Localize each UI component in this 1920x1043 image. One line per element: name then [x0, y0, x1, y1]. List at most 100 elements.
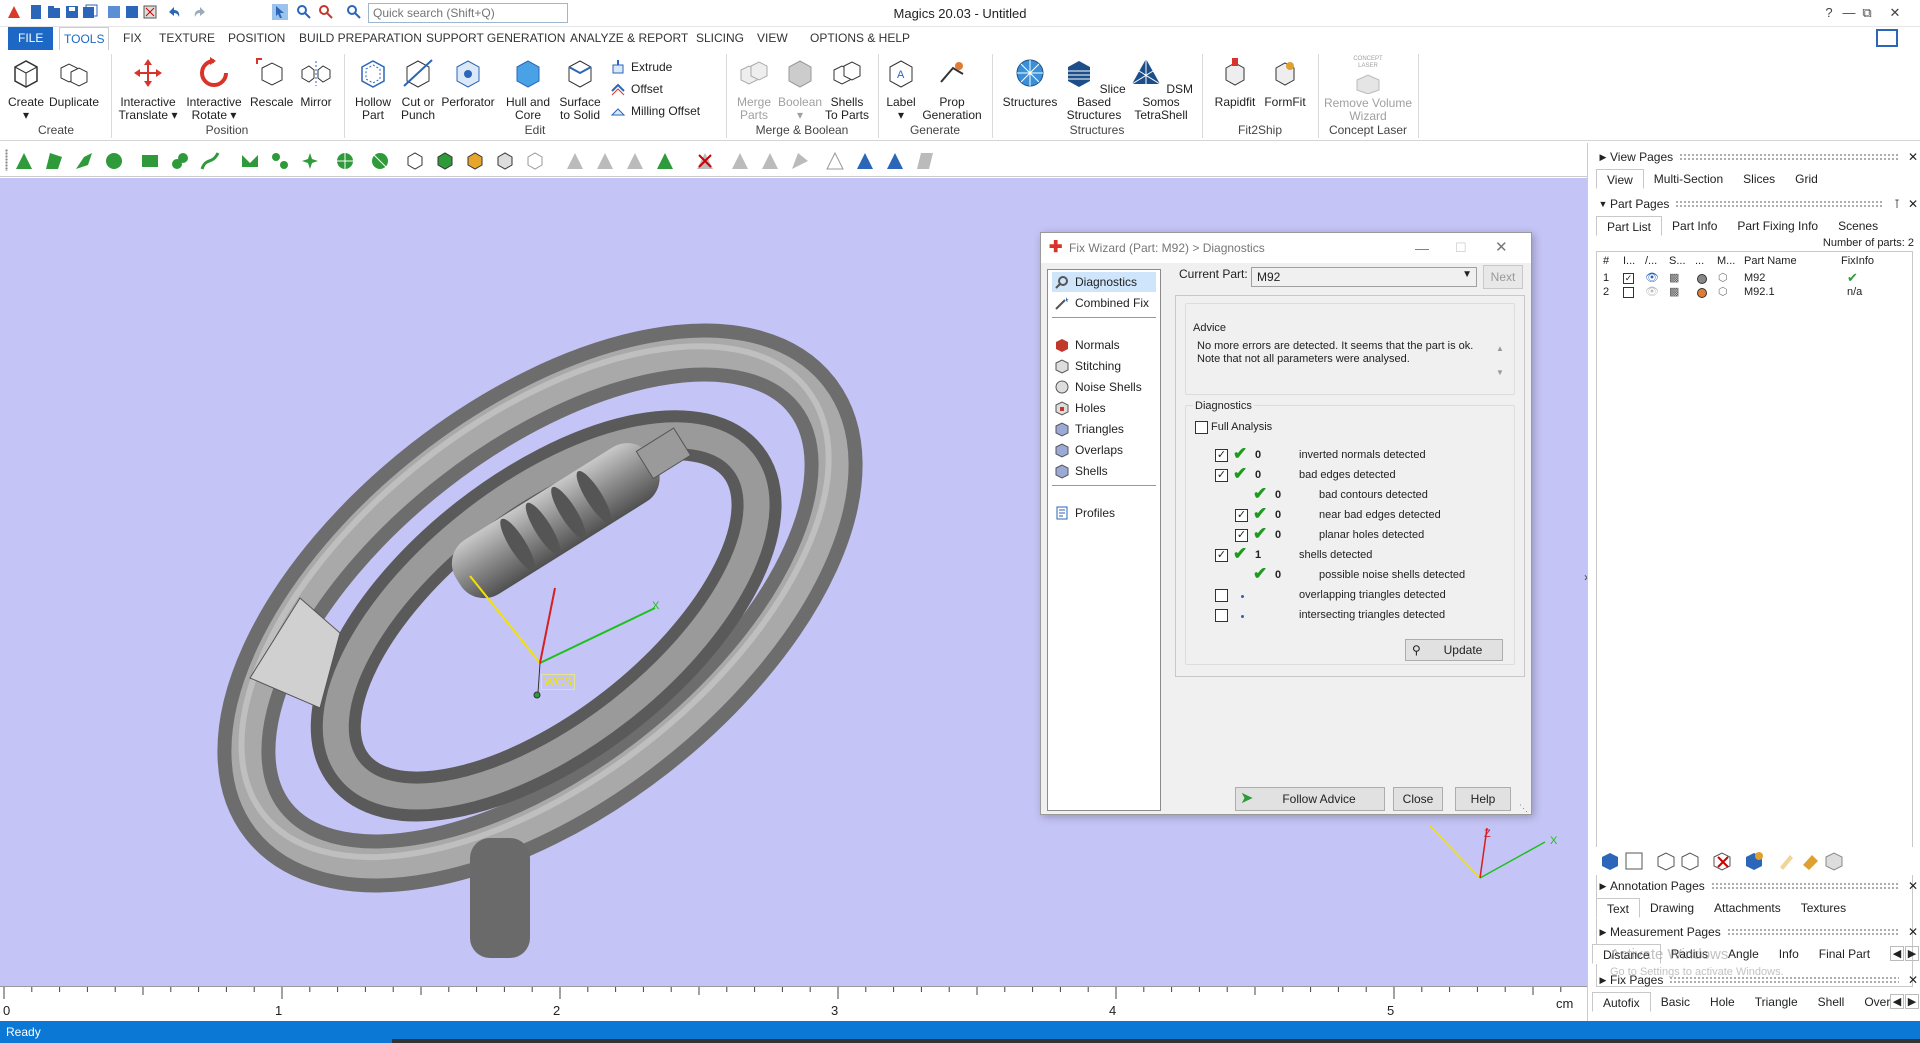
menu-view[interactable]: VIEW	[753, 27, 792, 50]
nav-shells[interactable]: Shells	[1052, 461, 1156, 481]
mark-flat-icon[interactable]	[915, 151, 935, 171]
menu-texture[interactable]: TEXTURE	[155, 27, 219, 50]
diag-checkbox[interactable]: ✓	[1215, 449, 1228, 462]
close-icon[interactable]: ✕	[1905, 879, 1920, 893]
cube-side-icon[interactable]	[495, 151, 515, 171]
select-shell-icon[interactable]	[104, 151, 124, 171]
duplicate-button[interactable]: Duplicate	[48, 56, 100, 109]
tab-textures[interactable]: Textures	[1791, 898, 1856, 918]
col-part-name[interactable]: Part Name	[1744, 255, 1797, 267]
mark-auto-icon[interactable]	[855, 151, 875, 171]
boolean-button[interactable]: Boolean ▾	[778, 56, 822, 122]
nav-triangles[interactable]: Triangles	[1052, 419, 1156, 439]
tab-hole[interactable]: Hole	[1700, 992, 1745, 1012]
dialog-maximize-button[interactable]: ☐	[1455, 233, 1467, 263]
select-lasso-icon[interactable]	[170, 151, 190, 171]
eraser-icon[interactable]	[1800, 851, 1820, 871]
structures-button[interactable]: Structures	[1000, 56, 1060, 109]
select-brush-icon[interactable]	[300, 151, 320, 171]
view-pages-header[interactable]: ▶ View Pages ✕	[1588, 147, 1920, 167]
remove-volume-wizard-button[interactable]: CONCEPT LASER Remove Volume Wizard	[1322, 56, 1414, 123]
tab-triangle[interactable]: Triangle	[1745, 992, 1808, 1012]
close-button[interactable]: Close	[1393, 787, 1443, 811]
fix-tab-scroll-left[interactable]: ◀	[1890, 994, 1904, 1009]
interactive-translate-button[interactable]: Interactive Translate ▾	[116, 56, 180, 122]
tab-final-part[interactable]: Final Part	[1809, 944, 1880, 964]
col-visible[interactable]: /...	[1645, 255, 1657, 267]
show-part-icon[interactable]	[1656, 851, 1676, 871]
nav-diagnostics[interactable]: Diagnostics	[1052, 272, 1156, 292]
col-shading[interactable]: S...	[1669, 255, 1686, 267]
rapidfit-button[interactable]: Rapidfit	[1210, 56, 1260, 109]
shells-to-parts-button[interactable]: Shells To Parts	[824, 56, 870, 122]
tab-shell[interactable]: Shell	[1808, 992, 1855, 1012]
dialog-minimize-button[interactable]: —	[1415, 233, 1429, 263]
select-curve-icon[interactable]	[200, 151, 220, 171]
cube-view-icon[interactable]	[405, 151, 425, 171]
tab-scroll-right[interactable]: ▶	[1905, 946, 1919, 961]
part-row[interactable]: 1 ✓ 👁 ▩ ⬡ M92 ✔	[1597, 270, 1912, 286]
select-cylinder-icon[interactable]	[335, 151, 355, 171]
mark-region-icon[interactable]	[760, 151, 780, 171]
measurement-pages-header[interactable]: ▶ Measurement Pages ✕	[1588, 922, 1920, 942]
nav-overlaps[interactable]: Overlaps	[1052, 440, 1156, 460]
tab-scroll-left[interactable]: ◀	[1890, 946, 1904, 961]
eye-icon[interactable]: 👁	[1645, 285, 1659, 298]
hollow-part-button[interactable]: Hollow Part	[350, 56, 396, 122]
full-analysis-checkbox[interactable]	[1195, 421, 1208, 434]
tab-drawing[interactable]: Drawing	[1640, 898, 1704, 918]
select-box-icon[interactable]	[140, 151, 160, 171]
fix-tab-scroll-right[interactable]: ▶	[1905, 994, 1919, 1009]
current-part-select[interactable]: M92 ▼	[1251, 267, 1477, 287]
part-settings-icon[interactable]	[1824, 851, 1844, 871]
part-include-checkbox[interactable]: ✓	[1623, 273, 1634, 284]
menu-build-preparation[interactable]: BUILD PREPARATION	[295, 27, 426, 50]
nav-normals[interactable]: Normals	[1052, 335, 1156, 355]
help-window-icon[interactable]: ?	[1818, 2, 1840, 24]
load-part-icon[interactable]	[1600, 851, 1620, 871]
menu-position[interactable]: POSITION	[224, 27, 289, 50]
cube-front-icon[interactable]	[435, 151, 455, 171]
cut-punch-button[interactable]: Cut or Punch	[398, 56, 438, 122]
close-icon[interactable]: ✕	[1905, 925, 1920, 939]
close-window-button[interactable]: ✕	[1884, 2, 1906, 24]
tab-part-fixing-info[interactable]: Part Fixing Info	[1727, 216, 1828, 236]
col-include[interactable]: I...	[1623, 255, 1635, 267]
interactive-rotate-button[interactable]: Interactive Rotate ▾	[182, 56, 246, 122]
close-icon[interactable]: ✕	[1905, 150, 1920, 164]
mirror-button[interactable]: Mirror	[296, 56, 336, 109]
col-fixinfo[interactable]: FixInfo	[1841, 255, 1874, 267]
help-button[interactable]: Help	[1455, 787, 1511, 811]
tab-part-list[interactable]: Part List	[1596, 216, 1663, 236]
delete-part-icon[interactable]	[1712, 851, 1732, 871]
mark-surface-icon[interactable]	[625, 151, 645, 171]
part-row[interactable]: 2 👁 ▩ ⬡ M92.1 n/a	[1597, 286, 1912, 300]
milling-offset-button[interactable]: Milling Offset	[610, 103, 700, 119]
select-wave-icon[interactable]	[240, 151, 260, 171]
tab-multi-section[interactable]: Multi-Section	[1644, 169, 1733, 189]
next-button[interactable]: Next	[1483, 265, 1523, 289]
dialog-close-x-button[interactable]: ✕	[1495, 233, 1508, 263]
part-include-checkbox[interactable]	[1623, 287, 1634, 298]
part-color-swatch[interactable]	[1697, 288, 1707, 298]
tab-basic[interactable]: Basic	[1651, 992, 1700, 1012]
create-button[interactable]: Create ▾	[6, 56, 46, 122]
mark-wave-icon[interactable]	[790, 151, 810, 171]
mark-plane-icon[interactable]	[730, 151, 750, 171]
nav-stitching[interactable]: Stitching	[1052, 356, 1156, 376]
cube-top-icon[interactable]	[465, 151, 485, 171]
layout-icon[interactable]	[1876, 29, 1898, 47]
part-color-swatch[interactable]	[1697, 274, 1707, 284]
shading-icon[interactable]: ▩	[1669, 271, 1679, 284]
fix-pages-header[interactable]: ▶ Fix Pages ✕	[1588, 970, 1920, 990]
menu-fix[interactable]: FIX	[119, 27, 146, 50]
restore-button[interactable]: ⧉	[1856, 2, 1878, 24]
save-part-icon[interactable]	[1624, 851, 1644, 871]
select-triangle-icon[interactable]	[14, 151, 34, 171]
surface-to-solid-button[interactable]: Surface to Solid	[558, 56, 602, 122]
hull-core-button[interactable]: Hull and Core	[500, 56, 556, 122]
hide-part-icon[interactable]	[1680, 851, 1700, 871]
menu-file[interactable]: FILE	[8, 27, 54, 50]
menu-tools[interactable]: TOOLS	[59, 27, 110, 50]
resize-grip-icon[interactable]: ⋱	[1519, 803, 1528, 814]
